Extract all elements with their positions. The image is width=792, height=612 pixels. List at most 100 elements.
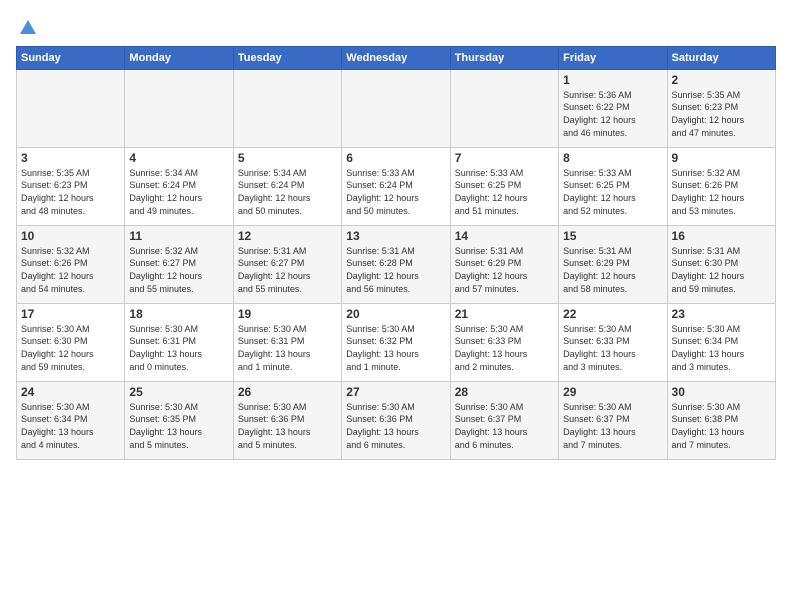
day-number: 2: [672, 73, 771, 87]
calendar-day-cell: 14 Sunrise: 5:31 AM Sunset: 6:29 PM Dayli…: [450, 225, 558, 303]
day-info: Sunrise: 5:30 AM Sunset: 6:34 PM Dayligh…: [21, 401, 120, 451]
day-number: 10: [21, 229, 120, 243]
day-number: 24: [21, 385, 120, 399]
calendar-day-cell: 5Sunrise: 5:34 AM Sunset: 6:24 PM Daylig…: [233, 147, 341, 225]
day-info: Sunrise: 5:33 AM Sunset: 6:25 PM Dayligh…: [563, 167, 662, 217]
calendar-header-cell: Tuesday: [233, 46, 341, 69]
calendar-day-cell: 11 Sunrise: 5:32 AM Sunset: 6:27 PM Dayli…: [125, 225, 233, 303]
calendar-day-cell: 29 Sunrise: 5:30 AM Sunset: 6:37 PM Dayli…: [559, 381, 667, 459]
day-number: 8: [563, 151, 662, 165]
page-container: SundayMondayTuesdayWednesdayThursdayFrid…: [0, 0, 792, 468]
day-info: Sunrise: 5:30 AM Sunset: 6:36 PM Dayligh…: [238, 401, 337, 451]
day-info: Sunrise: 5:31 AM Sunset: 6:29 PM Dayligh…: [563, 245, 662, 295]
day-info: Sunrise: 5:31 AM Sunset: 6:30 PM Dayligh…: [672, 245, 771, 295]
calendar-day-cell: 30Sunrise: 5:30 AM Sunset: 6:38 PM Dayli…: [667, 381, 775, 459]
calendar-week-row: 17 Sunrise: 5:30 AM Sunset: 6:30 PM Dayli…: [17, 303, 776, 381]
calendar-day-cell: 3 Sunrise: 5:35 AM Sunset: 6:23 PM Daylig…: [17, 147, 125, 225]
logo: [16, 16, 38, 38]
day-number: 3: [21, 151, 120, 165]
calendar-day-cell: 25 Sunrise: 5:30 AM Sunset: 6:35 PM Dayli…: [125, 381, 233, 459]
calendar-day-cell: 16 Sunrise: 5:31 AM Sunset: 6:30 PM Dayli…: [667, 225, 775, 303]
calendar-day-cell: [450, 69, 558, 147]
day-info: Sunrise: 5:30 AM Sunset: 6:31 PM Dayligh…: [129, 323, 228, 373]
day-number: 13: [346, 229, 445, 243]
day-info: Sunrise: 5:31 AM Sunset: 6:27 PM Dayligh…: [238, 245, 337, 295]
calendar-day-cell: [125, 69, 233, 147]
calendar-header-cell: Friday: [559, 46, 667, 69]
calendar-header-cell: Thursday: [450, 46, 558, 69]
day-number: 18: [129, 307, 228, 321]
day-info: Sunrise: 5:33 AM Sunset: 6:24 PM Dayligh…: [346, 167, 445, 217]
day-number: 9: [672, 151, 771, 165]
day-info: Sunrise: 5:30 AM Sunset: 6:35 PM Dayligh…: [129, 401, 228, 451]
day-info: Sunrise: 5:36 AM Sunset: 6:22 PM Dayligh…: [563, 89, 662, 139]
day-number: 25: [129, 385, 228, 399]
day-info: Sunrise: 5:30 AM Sunset: 6:37 PM Dayligh…: [455, 401, 554, 451]
day-info: Sunrise: 5:30 AM Sunset: 6:33 PM Dayligh…: [563, 323, 662, 373]
day-number: 29: [563, 385, 662, 399]
calendar-week-row: 3 Sunrise: 5:35 AM Sunset: 6:23 PM Daylig…: [17, 147, 776, 225]
day-info: Sunrise: 5:30 AM Sunset: 6:36 PM Dayligh…: [346, 401, 445, 451]
logo-icon: [18, 18, 38, 38]
calendar-week-row: 10 Sunrise: 5:32 AM Sunset: 6:26 PM Dayli…: [17, 225, 776, 303]
calendar-day-cell: 24 Sunrise: 5:30 AM Sunset: 6:34 PM Dayli…: [17, 381, 125, 459]
day-number: 22: [563, 307, 662, 321]
calendar-table: SundayMondayTuesdayWednesdayThursdayFrid…: [16, 46, 776, 460]
calendar-day-cell: 13 Sunrise: 5:31 AM Sunset: 6:28 PM Dayli…: [342, 225, 450, 303]
calendar-day-cell: 10 Sunrise: 5:32 AM Sunset: 6:26 PM Dayli…: [17, 225, 125, 303]
calendar-header-cell: Saturday: [667, 46, 775, 69]
day-info: Sunrise: 5:30 AM Sunset: 6:32 PM Dayligh…: [346, 323, 445, 373]
day-info: Sunrise: 5:32 AM Sunset: 6:26 PM Dayligh…: [21, 245, 120, 295]
day-number: 23: [672, 307, 771, 321]
day-number: 11: [129, 229, 228, 243]
day-number: 15: [563, 229, 662, 243]
day-info: Sunrise: 5:33 AM Sunset: 6:25 PM Dayligh…: [455, 167, 554, 217]
day-info: Sunrise: 5:35 AM Sunset: 6:23 PM Dayligh…: [21, 167, 120, 217]
day-info: Sunrise: 5:31 AM Sunset: 6:28 PM Dayligh…: [346, 245, 445, 295]
day-number: 14: [455, 229, 554, 243]
day-number: 7: [455, 151, 554, 165]
calendar-day-cell: 1 Sunrise: 5:36 AM Sunset: 6:22 PM Daylig…: [559, 69, 667, 147]
day-number: 6: [346, 151, 445, 165]
calendar-day-cell: [233, 69, 341, 147]
calendar-day-cell: 2Sunrise: 5:35 AM Sunset: 6:23 PM Daylig…: [667, 69, 775, 147]
day-number: 1: [563, 73, 662, 87]
calendar-day-cell: 26 Sunrise: 5:30 AM Sunset: 6:36 PM Dayli…: [233, 381, 341, 459]
day-number: 28: [455, 385, 554, 399]
day-number: 16: [672, 229, 771, 243]
day-number: 30: [672, 385, 771, 399]
day-number: 26: [238, 385, 337, 399]
calendar-week-row: 1 Sunrise: 5:36 AM Sunset: 6:22 PM Daylig…: [17, 69, 776, 147]
day-number: 21: [455, 307, 554, 321]
calendar-day-cell: 22 Sunrise: 5:30 AM Sunset: 6:33 PM Dayli…: [559, 303, 667, 381]
calendar-day-cell: 21 Sunrise: 5:30 AM Sunset: 6:33 PM Dayli…: [450, 303, 558, 381]
calendar-day-cell: 9Sunrise: 5:32 AM Sunset: 6:26 PM Daylig…: [667, 147, 775, 225]
day-info: Sunrise: 5:34 AM Sunset: 6:24 PM Dayligh…: [238, 167, 337, 217]
calendar-day-cell: 23 Sunrise: 5:30 AM Sunset: 6:34 PM Dayli…: [667, 303, 775, 381]
calendar-day-cell: [17, 69, 125, 147]
calendar-day-cell: 4Sunrise: 5:34 AM Sunset: 6:24 PM Daylig…: [125, 147, 233, 225]
calendar-day-cell: 28 Sunrise: 5:30 AM Sunset: 6:37 PM Dayli…: [450, 381, 558, 459]
calendar-day-cell: 7 Sunrise: 5:33 AM Sunset: 6:25 PM Daylig…: [450, 147, 558, 225]
day-info: Sunrise: 5:30 AM Sunset: 6:34 PM Dayligh…: [672, 323, 771, 373]
header: [16, 12, 776, 38]
calendar-day-cell: 20 Sunrise: 5:30 AM Sunset: 6:32 PM Dayli…: [342, 303, 450, 381]
calendar-day-cell: 8 Sunrise: 5:33 AM Sunset: 6:25 PM Daylig…: [559, 147, 667, 225]
day-info: Sunrise: 5:30 AM Sunset: 6:31 PM Dayligh…: [238, 323, 337, 373]
day-number: 20: [346, 307, 445, 321]
calendar-day-cell: 27Sunrise: 5:30 AM Sunset: 6:36 PM Dayli…: [342, 381, 450, 459]
calendar-day-cell: 15 Sunrise: 5:31 AM Sunset: 6:29 PM Dayli…: [559, 225, 667, 303]
calendar-header-cell: Wednesday: [342, 46, 450, 69]
day-number: 17: [21, 307, 120, 321]
day-info: Sunrise: 5:31 AM Sunset: 6:29 PM Dayligh…: [455, 245, 554, 295]
day-info: Sunrise: 5:34 AM Sunset: 6:24 PM Dayligh…: [129, 167, 228, 217]
calendar-header-cell: Sunday: [17, 46, 125, 69]
day-info: Sunrise: 5:30 AM Sunset: 6:33 PM Dayligh…: [455, 323, 554, 373]
calendar-week-row: 24 Sunrise: 5:30 AM Sunset: 6:34 PM Dayli…: [17, 381, 776, 459]
day-info: Sunrise: 5:30 AM Sunset: 6:37 PM Dayligh…: [563, 401, 662, 451]
calendar-header-cell: Monday: [125, 46, 233, 69]
day-info: Sunrise: 5:32 AM Sunset: 6:27 PM Dayligh…: [129, 245, 228, 295]
calendar-header-row: SundayMondayTuesdayWednesdayThursdayFrid…: [17, 46, 776, 69]
day-info: Sunrise: 5:30 AM Sunset: 6:30 PM Dayligh…: [21, 323, 120, 373]
calendar-day-cell: 19Sunrise: 5:30 AM Sunset: 6:31 PM Dayli…: [233, 303, 341, 381]
